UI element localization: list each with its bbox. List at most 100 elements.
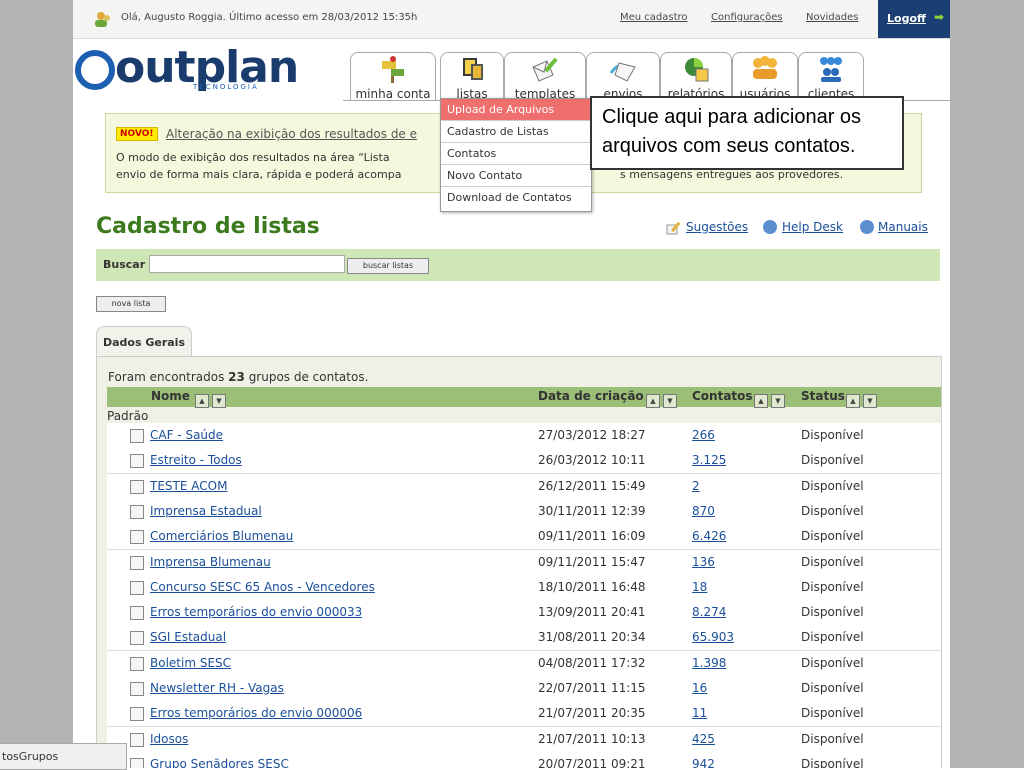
table-row: Idosos 21/07/2011 10:13 425 Disponível [107, 726, 941, 753]
row-checkbox[interactable] [130, 656, 144, 671]
list-name-link[interactable]: Erros temporários do envio 000006 [150, 706, 362, 720]
menu-item-cadastro-listas[interactable]: Cadastro de Listas [441, 121, 591, 143]
tab-minha-conta[interactable]: minha conta [350, 52, 436, 101]
list-name-link[interactable]: Imprensa Estadual [150, 504, 262, 518]
contacts-count-link[interactable]: 8.274 [692, 605, 726, 619]
tab-clientes[interactable]: clientes [798, 52, 864, 101]
list-name-link[interactable]: Imprensa Blumenau [150, 555, 271, 569]
creation-date: 13/09/2011 20:41 [538, 605, 646, 620]
row-checkbox[interactable] [130, 504, 144, 519]
lists-icon [463, 58, 483, 80]
logoff-button[interactable]: Logoff ➡ [878, 0, 950, 38]
sort-up-icon[interactable]: ▲ [195, 393, 209, 408]
row-checkbox[interactable] [130, 732, 144, 747]
contacts-count-link[interactable]: 266 [692, 428, 715, 442]
table-row: SGI Estadual 31/08/2011 20:34 65.903 Dispon… [107, 625, 941, 652]
row-checkbox[interactable] [130, 707, 144, 722]
news-link[interactable]: Novidades [806, 12, 858, 23]
tab-label: minha conta [355, 87, 431, 101]
page-title: Cadastro de listas [96, 214, 320, 239]
creation-date: 27/03/2012 18:27 [538, 428, 646, 442]
row-checkbox[interactable] [130, 555, 144, 570]
sort-down-icon[interactable]: ▼ [863, 393, 877, 408]
list-name-link[interactable]: Grupo Senãdores SESC [150, 757, 289, 768]
table-row: Erros temporários do envio 000006 21/07/2… [107, 701, 941, 728]
tab-listas[interactable]: listas [440, 52, 504, 101]
list-name-link[interactable]: TESTE ACOM [150, 479, 227, 493]
row-checkbox[interactable] [130, 429, 144, 443]
sort-down-icon[interactable]: ▼ [212, 393, 226, 408]
menu-item-download-contatos[interactable]: Download de Contatos [441, 187, 591, 208]
contacts-count-link[interactable]: 425 [692, 732, 715, 746]
contacts-count-link[interactable]: 16 [692, 681, 707, 695]
creation-date: 31/08/2011 20:34 [538, 630, 646, 645]
status-text: Disponível [801, 681, 864, 695]
list-name-link[interactable]: Erros temporários do envio 000033 [150, 605, 362, 619]
status-text: Disponível [801, 579, 864, 594]
status-text: Disponível [801, 453, 864, 468]
row-checkbox[interactable] [130, 682, 144, 696]
send-mail-icon [609, 62, 636, 82]
contacts-count-link[interactable]: 3.125 [692, 453, 726, 467]
list-name-link[interactable]: Newsletter RH - Vagas [150, 681, 284, 695]
tab-templates[interactable]: templates [504, 52, 586, 101]
row-checkbox[interactable] [130, 580, 144, 595]
callout-line-1: Clique aqui para adicionar os [602, 106, 862, 128]
menu-item-contatos[interactable]: Contatos [441, 143, 591, 165]
list-name-link[interactable]: Comerciários Blumenau [150, 529, 293, 543]
search-input[interactable] [149, 255, 345, 273]
table-row: TESTE ACOM 26/12/2011 15:49 2 Disponível [107, 473, 941, 500]
table-row: CAF - Saúde 27/03/2012 18:27 266 Disponível [107, 423, 941, 449]
row-checkbox[interactable] [130, 631, 144, 646]
sort-buttons-contacts: ▲ ▼ [754, 390, 788, 409]
sort-up-icon[interactable]: ▲ [754, 393, 768, 408]
tab-envios[interactable]: envios [586, 52, 660, 101]
table-row: Comerciários Blumenau 09/11/2011 16:09 6.4… [107, 524, 941, 551]
list-name-link[interactable]: CAF - Saúde [150, 428, 223, 442]
search-bar: Buscar buscar listas [96, 249, 940, 281]
contacts-count-link[interactable]: 65.903 [692, 630, 734, 644]
contacts-count-link[interactable]: 6.426 [692, 529, 726, 543]
list-name-link[interactable]: Estreito - Todos [150, 453, 242, 467]
sort-up-icon[interactable]: ▲ [846, 393, 860, 408]
status-text: Disponível [801, 503, 864, 518]
manuals-link[interactable]: Manuais [878, 220, 928, 234]
list-name-link[interactable]: Idosos [150, 732, 188, 746]
contacts-count-link[interactable]: 11 [692, 706, 707, 720]
menu-item-upload-arquivos[interactable]: Upload de Arquivos [441, 99, 591, 121]
helpdesk-link[interactable]: Help Desk [782, 220, 843, 234]
suggestions-link[interactable]: Sugestões [686, 220, 748, 234]
row-checkbox[interactable] [130, 530, 144, 545]
tab-dados-gerais[interactable]: Dados Gerais [96, 326, 192, 358]
table-row: Grupo Senãdores SESC 20/07/2011 09:21 942 D… [107, 751, 941, 768]
tab-relatorios[interactable]: relatórios [660, 52, 732, 101]
contacts-count-link[interactable]: 136 [692, 555, 715, 569]
help-icon [860, 220, 874, 234]
new-list-button[interactable]: nova lista [96, 296, 166, 312]
row-checkbox[interactable] [130, 606, 144, 621]
sort-down-icon[interactable]: ▼ [663, 393, 677, 408]
contacts-count-link[interactable]: 870 [692, 504, 715, 518]
contacts-count-link[interactable]: 942 [692, 757, 715, 768]
sort-up-icon[interactable]: ▲ [646, 393, 660, 408]
row-checkbox[interactable] [130, 479, 144, 494]
settings-link[interactable]: Configurações [711, 12, 783, 23]
contacts-count-link[interactable]: 2 [692, 479, 700, 493]
search-lists-button[interactable]: buscar listas [347, 258, 429, 274]
notice-title-link[interactable]: Alteração na exibição dos resultados de … [166, 127, 417, 141]
list-name-link[interactable]: SGI Estadual [150, 630, 226, 644]
row-checkbox[interactable] [130, 454, 144, 469]
table-row: Imprensa Blumenau 09/11/2011 15:47 136 Disp… [107, 549, 941, 576]
sort-down-icon[interactable]: ▼ [771, 393, 785, 408]
row-checkbox[interactable] [130, 757, 144, 768]
list-name-link[interactable]: Boletim SESC [150, 656, 231, 670]
tab-usuarios[interactable]: usuários [732, 52, 798, 101]
outplan-logo[interactable]: outplan TECNOLOGIA [75, 42, 299, 104]
list-name-link[interactable]: Concurso SESC 65 Anos - Vencedores [150, 580, 375, 594]
right-gray-margin [950, 0, 1024, 768]
menu-item-novo-contato[interactable]: Novo Contato [441, 165, 591, 187]
contacts-count-link[interactable]: 1.398 [692, 656, 726, 670]
contacts-count-link[interactable]: 18 [692, 580, 707, 594]
my-account-link[interactable]: Meu cadastro [620, 12, 688, 23]
status-text: Disponível [801, 605, 864, 620]
